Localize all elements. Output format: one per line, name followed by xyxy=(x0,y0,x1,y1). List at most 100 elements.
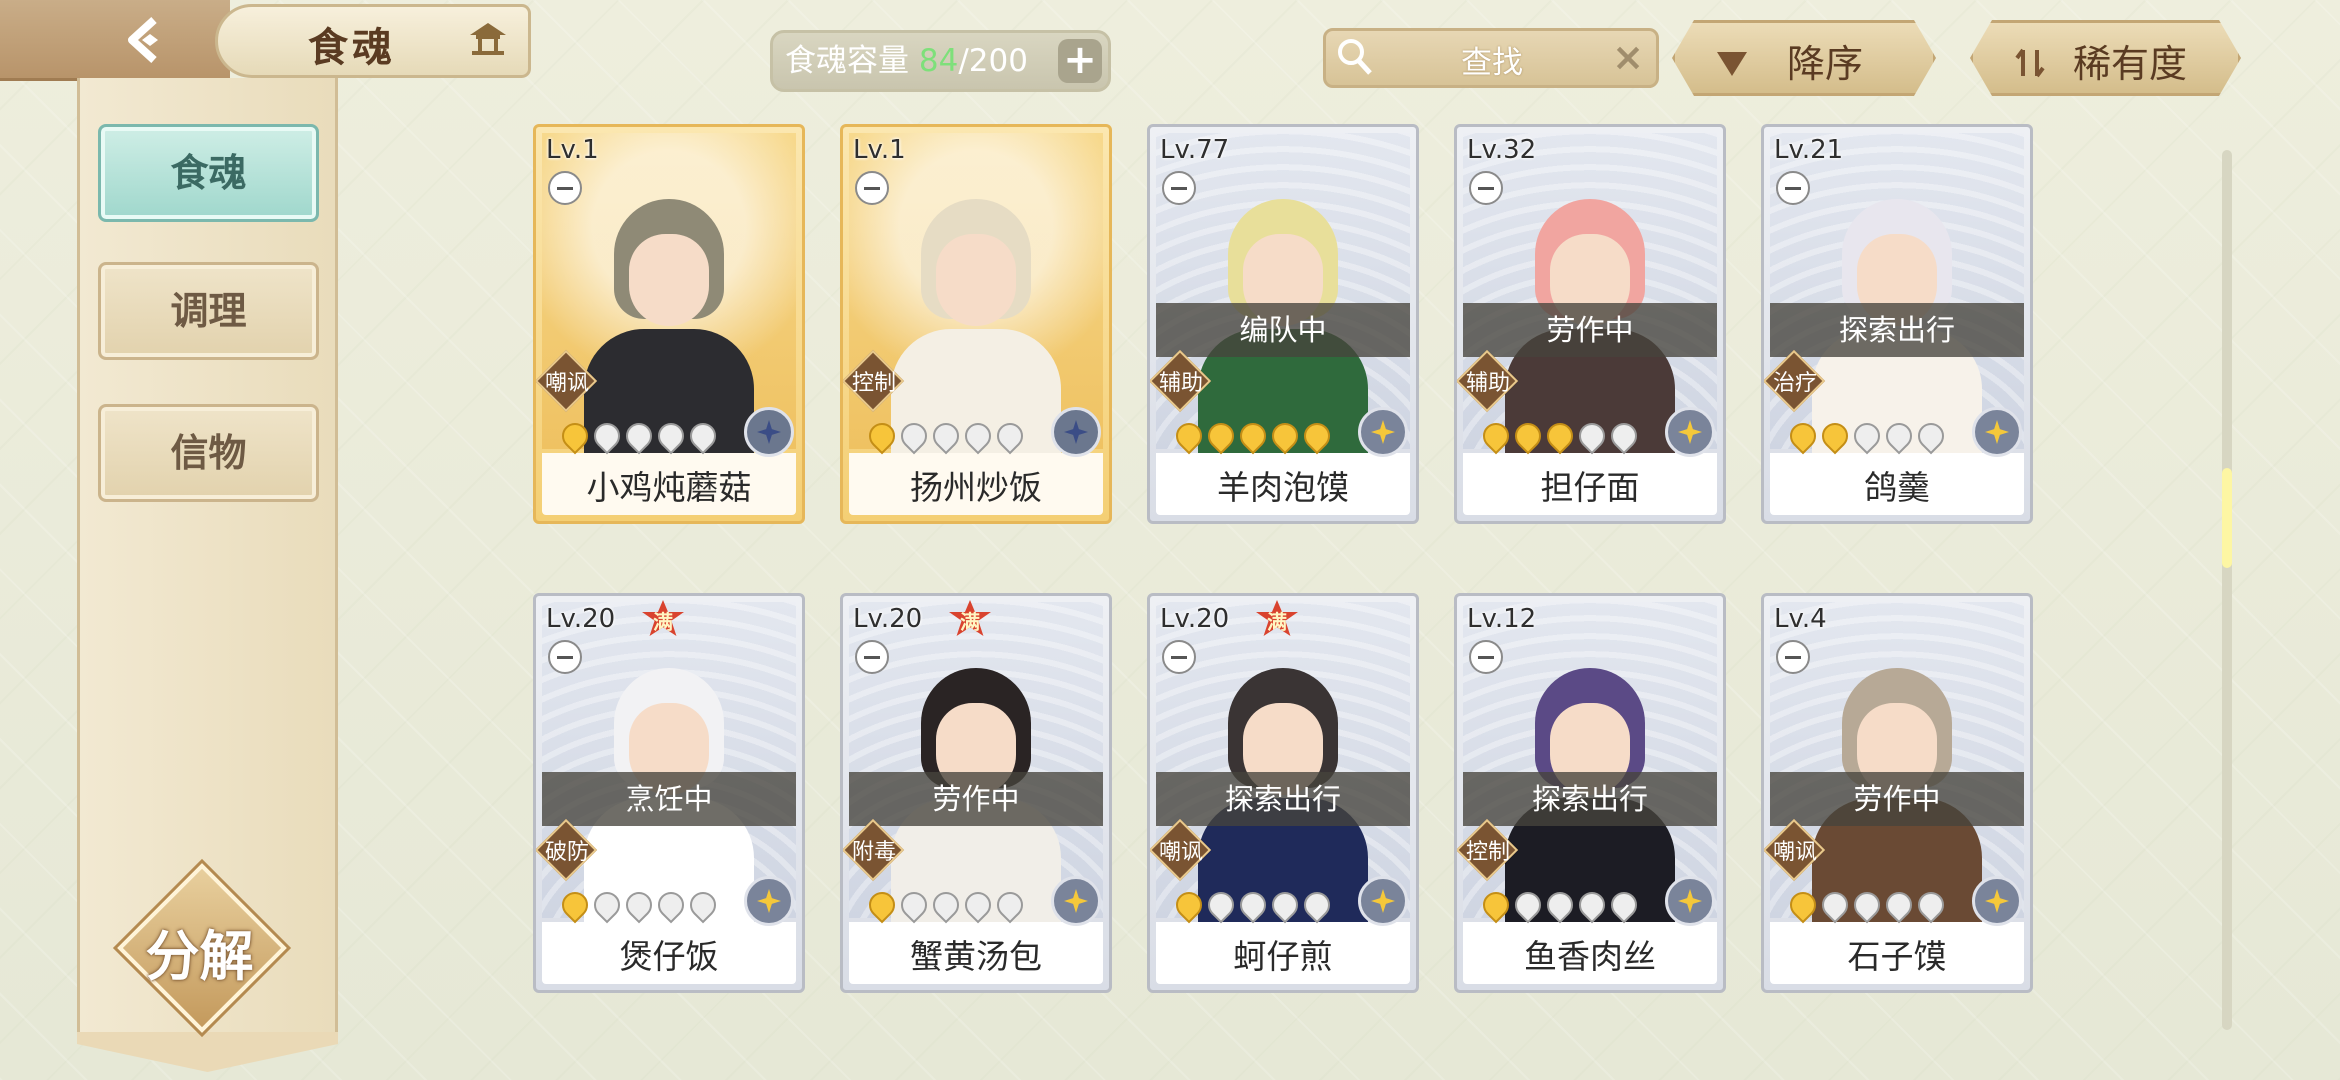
add-capacity-button[interactable]: + xyxy=(1058,39,1102,83)
level-label: Lv.20 xyxy=(546,604,616,634)
food-soul-card[interactable]: Lv.1 控制 扬州炒饭 xyxy=(840,124,1112,524)
descending-icon xyxy=(1715,43,1749,73)
role-badge: 辅助 xyxy=(1457,349,1519,413)
decompose-button[interactable]: 分解 xyxy=(117,863,287,1033)
star-rating xyxy=(1784,886,1950,924)
yellow-flower-icon xyxy=(1051,876,1101,926)
star-empty-icon xyxy=(1541,886,1579,924)
food-soul-card[interactable]: Lv.12 探索出行 控制 鱼香肉丝 xyxy=(1454,593,1726,993)
yellow-flower-icon xyxy=(1972,876,2022,926)
back-arrow-icon xyxy=(120,14,172,66)
level-label: Lv.77 xyxy=(1160,135,1230,165)
role-badge: 控制 xyxy=(843,349,905,413)
food-soul-card[interactable]: Lv.32 劳作中 辅助 担仔面 xyxy=(1454,124,1726,524)
star-filled-icon xyxy=(1784,886,1822,924)
star-filled-icon xyxy=(863,886,901,924)
star-filled-icon xyxy=(1784,417,1822,455)
star-empty-icon xyxy=(991,417,1029,455)
bowl-icon xyxy=(855,171,889,205)
pavilion-icon[interactable] xyxy=(468,21,508,57)
role-label: 附毒 xyxy=(851,840,896,865)
star-filled-icon xyxy=(556,417,594,455)
role-badge: 附毒 xyxy=(843,818,905,882)
star-filled-icon xyxy=(1816,417,1854,455)
back-button[interactable] xyxy=(0,0,230,81)
role-badge: 嘲讽 xyxy=(1150,818,1212,882)
star-filled-icon xyxy=(1477,417,1515,455)
tab-conditioning[interactable]: 调理 xyxy=(98,262,319,360)
star-empty-icon xyxy=(1912,417,1950,455)
character-name: 小鸡炖蘑菇 xyxy=(586,468,752,507)
star-empty-icon xyxy=(1573,417,1611,455)
star-empty-icon xyxy=(1298,886,1336,924)
tab-label: 调理 xyxy=(170,288,247,333)
character-name: 煲仔饭 xyxy=(619,937,719,976)
bowl-icon xyxy=(1469,640,1503,674)
close-icon[interactable]: × xyxy=(1612,35,1644,79)
star-empty-icon xyxy=(1509,886,1547,924)
role-badge: 破防 xyxy=(536,818,598,882)
plus-icon: + xyxy=(1063,37,1097,83)
star-rating xyxy=(1477,417,1643,455)
food-soul-card[interactable]: Lv.4 劳作中 嘲讽 石子馍 xyxy=(1761,593,2033,993)
star-empty-icon xyxy=(1605,417,1643,455)
star-rating xyxy=(556,417,722,455)
sort-field-button[interactable]: 稀有度 xyxy=(1970,20,2241,96)
food-soul-card[interactable]: Lv.1 嘲讽 小鸡炖蘑菇 xyxy=(533,124,805,524)
star-empty-icon xyxy=(1573,886,1611,924)
star-empty-icon xyxy=(1848,417,1886,455)
bowl-icon xyxy=(1162,171,1196,205)
star-empty-icon xyxy=(620,886,658,924)
character-name: 鱼香肉丝 xyxy=(1524,937,1656,976)
food-soul-card[interactable]: Lv.21 探索出行 治疗 鸽羹 xyxy=(1761,124,2033,524)
page-title: 食魂 xyxy=(308,24,396,71)
star-empty-icon xyxy=(1202,886,1240,924)
character-figure xyxy=(574,189,764,459)
bowl-icon xyxy=(1469,171,1503,205)
character-figure xyxy=(881,189,1071,459)
yellow-flower-icon xyxy=(1665,876,1715,926)
search-input[interactable]: 查找 × xyxy=(1323,28,1659,88)
star-rating xyxy=(1170,886,1336,924)
role-badge: 嘲讽 xyxy=(536,349,598,413)
food-soul-card[interactable]: Lv.77 编队中 辅助 羊肉泡馍 xyxy=(1147,124,1419,524)
sort-order-button[interactable]: 降序 xyxy=(1672,20,1936,96)
star-filled-icon xyxy=(1266,417,1304,455)
food-soul-card[interactable]: Lv.20 满劳作中 附毒 蟹黄汤包 xyxy=(840,593,1112,993)
tab-tokens[interactable]: 信物 xyxy=(98,404,319,502)
level-label: Lv.32 xyxy=(1467,135,1537,165)
star-filled-icon xyxy=(1202,417,1240,455)
role-label: 嘲讽 xyxy=(1772,840,1817,865)
scrollbar[interactable] xyxy=(2222,150,2232,1030)
capacity-text: 食魂容量 84/200 xyxy=(785,43,1028,79)
blue-flower-icon xyxy=(1051,407,1101,457)
star-rating xyxy=(1170,417,1336,455)
star-filled-icon xyxy=(1298,417,1336,455)
role-badge: 治疗 xyxy=(1764,349,1826,413)
sort-order-label: 降序 xyxy=(1787,42,1864,86)
tab-food-soul[interactable]: 食魂 xyxy=(98,124,319,222)
role-label: 控制 xyxy=(851,371,896,396)
star-rating xyxy=(1477,886,1643,924)
star-filled-icon xyxy=(556,886,594,924)
star-filled-icon xyxy=(1509,417,1547,455)
star-empty-icon xyxy=(1816,886,1854,924)
sort-arrows-icon xyxy=(2013,43,2047,73)
character-name: 蚵仔煎 xyxy=(1233,937,1333,976)
bowl-icon xyxy=(1776,640,1810,674)
star-empty-icon xyxy=(588,886,626,924)
star-empty-icon xyxy=(1266,886,1304,924)
level-label: Lv.12 xyxy=(1467,604,1537,634)
star-rating xyxy=(863,417,1029,455)
star-rating xyxy=(863,886,1029,924)
food-soul-card[interactable]: Lv.20 满烹饪中 破防 煲仔饭 xyxy=(533,593,805,993)
character-name: 鸽羹 xyxy=(1864,468,1930,507)
scrollbar-thumb[interactable] xyxy=(2222,468,2232,568)
sort-field-label: 稀有度 xyxy=(2073,42,2188,86)
search-placeholder: 查找 xyxy=(1461,45,1523,81)
role-label: 辅助 xyxy=(1465,371,1510,396)
star-empty-icon xyxy=(652,417,690,455)
star-empty-icon xyxy=(652,886,690,924)
food-soul-card[interactable]: Lv.20 满探索出行 嘲讽 蚵仔煎 xyxy=(1147,593,1419,993)
role-label: 控制 xyxy=(1465,840,1510,865)
